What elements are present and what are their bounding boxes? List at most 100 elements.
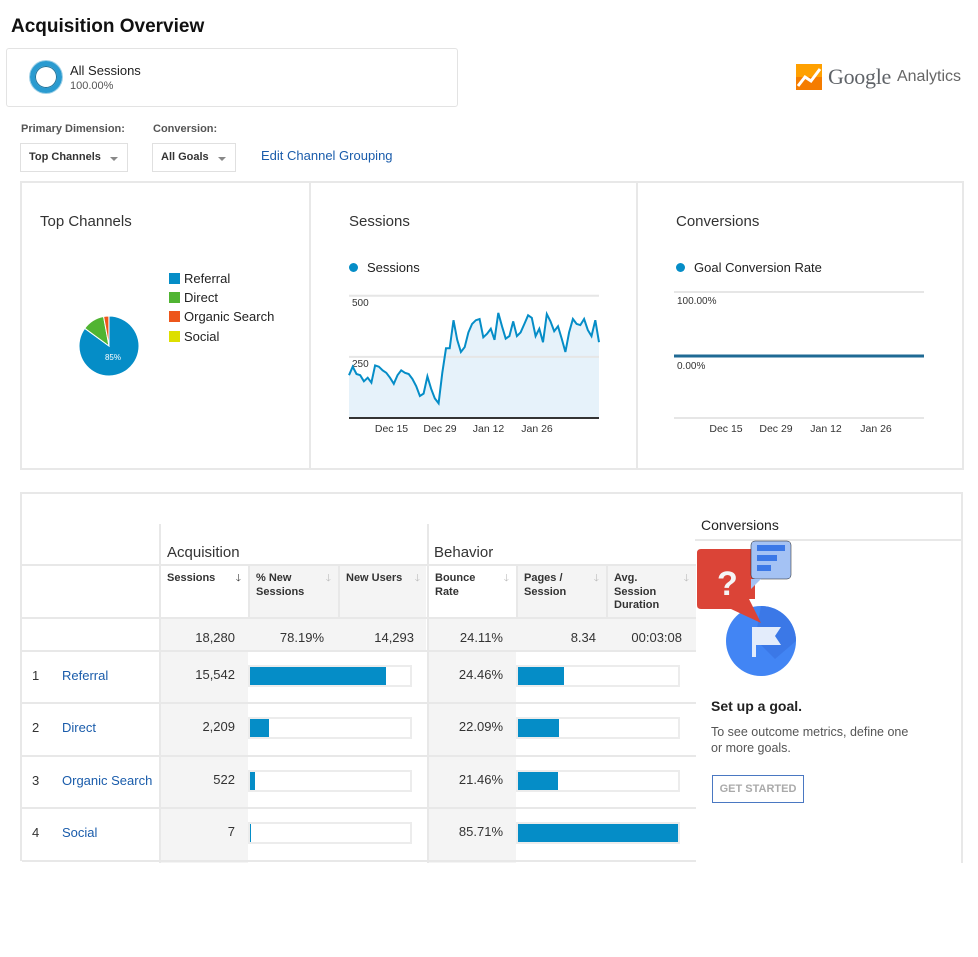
col-avg-session-duration[interactable]: Avg. Session Duration 🡓 — [608, 566, 696, 619]
col-pages-session[interactable]: Pages / Session 🡓 — [518, 566, 606, 619]
sessions-chart[interactable]: 500250Dec 15 Dec 29 Jan 12 Jan 26 — [311, 278, 638, 448]
sessions-panel: Sessions Sessions 500 250 Dec 15 Dec 29 Jan … — [309, 183, 636, 468]
col-sessions[interactable]: Sessions 🡓 — [161, 566, 248, 619]
conversions-chart-panel: Conversions Goal Conversion Rate 100.00%… — [636, 183, 962, 468]
sessions-bar-fill — [250, 719, 270, 737]
sessions-bar-fill — [250, 824, 252, 842]
y-tick-label: 500 — [352, 298, 369, 309]
total-new-sessions: 78.19% — [279, 630, 324, 645]
divider — [22, 650, 696, 652]
bounce-rate-bar-fill — [518, 824, 678, 842]
group-acquisition: Acquisition — [167, 544, 240, 561]
conversions-panel-title: Conversions — [701, 517, 779, 533]
series-dot-icon — [349, 263, 358, 272]
total-new-users: 14,293 — [374, 630, 414, 645]
divider — [22, 860, 696, 862]
channel-link[interactable]: Referral — [62, 668, 108, 683]
col-label: Bounce Rate — [435, 572, 476, 598]
sessions-bar — [248, 665, 412, 687]
bounce-rate-bar-fill — [518, 772, 559, 790]
analytics-logo-icon — [796, 64, 822, 90]
total-avg-duration: 00:03:08 — [631, 630, 682, 645]
legend-swatch — [169, 311, 180, 322]
col-bounce-rate[interactable]: Bounce Rate 🡓 — [429, 566, 516, 619]
primary-dimension-dropdown[interactable]: Top Channels — [20, 143, 128, 172]
x-tick-label: Jan 12 — [810, 423, 842, 435]
sessions-bar-fill — [250, 772, 255, 790]
conversion-dropdown[interactable]: All Goals — [152, 143, 236, 172]
col-label: Sessions — [167, 572, 216, 584]
col-new-sessions[interactable]: % New Sessions 🡓 — [250, 566, 338, 619]
legend-swatch — [169, 273, 180, 284]
top-channels-pie[interactable]: 85% — [75, 312, 155, 392]
col-new-users[interactable]: New Users 🡓 — [340, 566, 427, 619]
total-bounce-rate: 24.11% — [459, 630, 503, 645]
brand-analytics: Analytics — [896, 68, 961, 85]
sort-arrow-icon: 🡓 — [503, 573, 509, 584]
conversion-rate-chart[interactable]: 100.00% 0.00% Dec 15 Dec 29 Jan 12 Jan 26 — [638, 278, 964, 448]
overview-charts: Top Channels 85% Referral Direct Organic… — [20, 181, 964, 470]
total-pages-session: 8.34 — [570, 630, 596, 645]
bounce-rate-bar — [516, 822, 680, 844]
series-name: Sessions — [367, 260, 420, 275]
col-label: Avg. Session Duration — [614, 572, 660, 611]
legend-swatch — [169, 331, 180, 342]
legend-direct[interactable]: Direct — [169, 290, 218, 305]
goal-description: To see outcome metrics, define one or mo… — [711, 725, 909, 755]
legend-social[interactable]: Social — [169, 329, 219, 344]
conversion-rate-legend: Goal Conversion Rate — [676, 260, 822, 275]
google-analytics-logo: Google Analytics — [796, 64, 961, 90]
channel-link[interactable]: Organic Search — [62, 773, 152, 788]
x-tick-label: Jan 26 — [860, 423, 892, 435]
chevron-down-icon — [110, 157, 118, 161]
row-rank: 2 — [32, 720, 40, 735]
col-label: New Users — [346, 572, 403, 584]
legend-organic-search[interactable]: Organic Search — [169, 309, 274, 324]
channel-link[interactable]: Direct — [62, 720, 96, 735]
row-bounce-rate: 24.46% — [458, 667, 503, 682]
legend-referral[interactable]: Referral — [169, 271, 230, 286]
segment-percent: 100.00% — [70, 80, 114, 92]
bounce-rate-bar — [516, 717, 680, 739]
svg-text:?: ? — [717, 565, 738, 603]
row-rank: 1 — [32, 668, 40, 683]
row-sessions: 522 — [213, 772, 235, 787]
legend-label: Referral — [184, 271, 231, 286]
channels-table: Acquisition Behavior Sessions 🡓 % New Ses… — [20, 492, 696, 863]
segment-ring-icon — [30, 61, 62, 93]
bounce-rate-bar — [516, 665, 680, 687]
conversion-value: All Goals — [161, 151, 209, 163]
sessions-title: Sessions — [349, 213, 410, 230]
page-title: Acquisition Overview — [11, 16, 205, 37]
sort-arrow-icon: 🡓 — [235, 573, 241, 584]
sort-arrow-icon: 🡓 — [414, 573, 420, 584]
segment-selector[interactable]: All Sessions 100.00% — [6, 48, 458, 107]
y-tick-label: 100.00% — [677, 296, 717, 307]
divider — [22, 807, 696, 809]
channel-link[interactable]: Social — [62, 825, 97, 840]
sort-arrow-icon: 🡓 — [325, 573, 331, 584]
bounce-rate-bar — [516, 770, 680, 792]
segment-name: All Sessions — [70, 63, 141, 78]
sessions-bar-fill — [250, 667, 386, 685]
legend-label: Social — [184, 329, 220, 344]
row-sessions: 15,542 — [195, 667, 235, 682]
row-bounce-rate: 21.46% — [458, 772, 503, 787]
legend-label: Direct — [184, 290, 218, 305]
sessions-legend: Sessions — [349, 260, 420, 275]
bounce-rate-bar-fill — [518, 719, 560, 737]
divider — [22, 755, 696, 757]
top-channels-panel: Top Channels 85% Referral Direct Organic… — [22, 183, 309, 468]
get-started-button[interactable]: GET STARTED — [712, 775, 804, 803]
row-bounce-rate: 22.09% — [458, 719, 503, 734]
conversions-panel: Conversions ? Set up a goal. To see outc… — [695, 492, 963, 863]
conversion-label: Conversion: — [153, 123, 218, 135]
series-dot-icon — [676, 263, 685, 272]
goal-illustration-icon: ? — [697, 540, 796, 676]
sessions-bar — [248, 717, 412, 739]
edit-channel-grouping-link[interactable]: Edit Channel Grouping — [261, 148, 393, 163]
legend-label: Organic Search — [184, 309, 275, 324]
col-label: % New Sessions — [256, 572, 305, 598]
sessions-bar — [248, 770, 412, 792]
sessions-bar — [248, 822, 412, 844]
